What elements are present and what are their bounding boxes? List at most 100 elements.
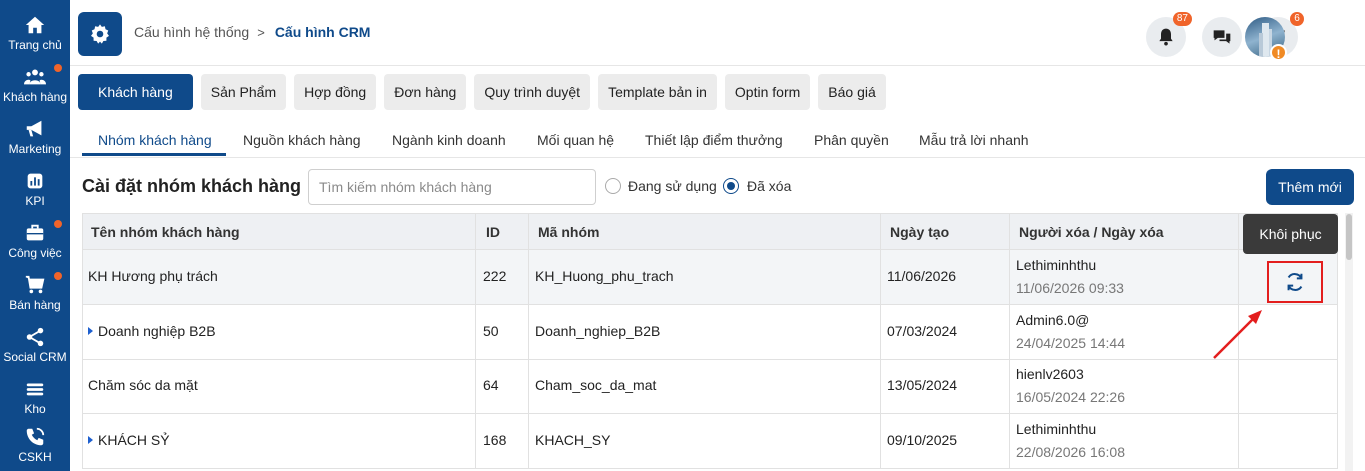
home-icon bbox=[25, 16, 45, 34]
cell-group-name: Doanh nghiệp B2B bbox=[88, 323, 216, 339]
breadcrumb-parent[interactable]: Cấu hình hệ thống bbox=[134, 24, 249, 40]
notification-dot bbox=[54, 64, 62, 72]
subtab-relationships[interactable]: Mối quan hệ bbox=[537, 132, 614, 148]
subtab-customer-sources[interactable]: Nguồn khách hàng bbox=[243, 132, 361, 148]
cell-group-code: Cham_soc_da_mat bbox=[535, 377, 657, 393]
tab-quotes[interactable]: Báo giá bbox=[818, 74, 886, 110]
cell-deleted-at: 24/04/2025 14:44 bbox=[1016, 335, 1125, 351]
search-input[interactable] bbox=[308, 169, 596, 205]
table-header: Tên nhóm khách hàng ID Mã nhóm Ngày tạo … bbox=[82, 213, 1338, 250]
group-name-text: Doanh nghiệp B2B bbox=[98, 323, 216, 339]
annotation-arrow bbox=[1213, 310, 1262, 359]
top-header: Cấu hình hệ thống > Cấu hình CRM 87 6 bbox=[70, 0, 1365, 66]
notification-dot bbox=[54, 220, 62, 228]
radio-deleted-label[interactable]: Đã xóa bbox=[747, 178, 791, 194]
sidebar-label: Công việc bbox=[8, 246, 62, 260]
cell-group-code: KHACH_SY bbox=[535, 432, 611, 448]
restore-tooltip: Khôi phục bbox=[1243, 214, 1338, 254]
sidebar-item-sales[interactable]: Bán hàng bbox=[0, 268, 70, 320]
chat-icon bbox=[1213, 30, 1231, 44]
sidebar-label: Khách hàng bbox=[2, 90, 68, 104]
column-header-name: Tên nhóm khách hàng bbox=[91, 224, 240, 240]
cell-created-date: 11/06/2026 bbox=[887, 268, 957, 284]
cell-group-name: Chăm sóc da mặt bbox=[88, 377, 198, 393]
cart-icon bbox=[25, 275, 45, 294]
sidebar-label: Social CRM bbox=[3, 350, 67, 364]
rocket-badge: 6 bbox=[1290, 12, 1304, 26]
app-root: Trang chủ Khách hàng Marketing KPI Công … bbox=[0, 0, 1365, 471]
notifications-button[interactable]: 87 bbox=[1146, 12, 1192, 57]
cell-id: 168 bbox=[483, 432, 507, 448]
sidebar-item-social-crm[interactable]: Social CRM bbox=[0, 320, 70, 372]
cell-group-code: KH_Huong_phu_trach bbox=[535, 268, 674, 284]
column-divider bbox=[475, 213, 476, 469]
cell-deleted-by: Lethiminhthu bbox=[1016, 421, 1097, 437]
briefcase-icon bbox=[26, 224, 44, 241]
share-icon bbox=[26, 327, 44, 347]
subtab-customer-groups[interactable]: Nhóm khách hàng bbox=[98, 132, 212, 148]
sidebar-item-tasks[interactable]: Công việc bbox=[0, 216, 70, 268]
cell-deleted-by: Admin6.0@ bbox=[1016, 312, 1090, 328]
tab-products[interactable]: Sản Phẩm bbox=[200, 74, 287, 110]
scrollbar-thumb[interactable] bbox=[1346, 214, 1352, 260]
tab-print-template[interactable]: Template bản in bbox=[598, 74, 717, 110]
sidebar-item-home[interactable]: Trang chủ bbox=[0, 8, 70, 60]
column-divider bbox=[1009, 213, 1010, 469]
cell-deleted-at: 16/05/2024 22:26 bbox=[1016, 389, 1125, 405]
subtab-reward-points[interactable]: Thiết lập điểm thưởng bbox=[645, 132, 783, 148]
subtab-permissions[interactable]: Phân quyền bbox=[814, 132, 889, 148]
bell-icon bbox=[1159, 28, 1173, 46]
cell-group-code: Doanh_nghiep_B2B bbox=[535, 323, 661, 339]
subtab-quick-replies[interactable]: Mẫu trả lời nhanh bbox=[919, 132, 1029, 148]
tab-orders[interactable]: Đơn hàng bbox=[384, 74, 467, 110]
table-row[interactable]: KH Hương phụ trách 222 KH_Huong_phu_trac… bbox=[82, 250, 1338, 305]
tab-customers[interactable]: Khách hàng bbox=[78, 74, 193, 110]
breadcrumb-separator: > bbox=[257, 24, 265, 40]
sidebar-item-customer-care[interactable]: CSKH bbox=[0, 420, 70, 471]
cell-group-name: KH Hương phụ trách bbox=[88, 268, 218, 284]
sidebar-label: CSKH bbox=[18, 450, 52, 464]
warehouse-icon bbox=[26, 383, 44, 396]
chart-icon bbox=[27, 173, 43, 189]
tab-approval-process[interactable]: Quy trình duyệt bbox=[474, 74, 591, 110]
sidebar-item-customers[interactable]: Khách hàng bbox=[0, 60, 70, 112]
column-divider bbox=[528, 213, 529, 469]
table-row[interactable]: Chăm sóc da mặt 64 Cham_soc_da_mat 13/05… bbox=[82, 360, 1338, 414]
sidebar-item-kpi[interactable]: KPI bbox=[0, 164, 70, 216]
section-title: Cài đặt nhóm khách hàng bbox=[82, 176, 302, 196]
customer-sub-tabs: Nhóm khách hàng Nguồn khách hàng Ngành k… bbox=[70, 122, 1365, 158]
radio-in-use[interactable] bbox=[605, 178, 621, 194]
tab-optin-form[interactable]: Optin form bbox=[724, 74, 811, 110]
phone-icon bbox=[26, 427, 45, 446]
table-row[interactable]: KHÁCH SỶ 168 KHACH_SY 09/10/2025 Lethimi… bbox=[82, 414, 1338, 469]
cell-created-date: 07/03/2024 bbox=[887, 323, 958, 339]
expand-caret-icon[interactable] bbox=[88, 327, 93, 335]
tab-contracts[interactable]: Hợp đồng bbox=[294, 74, 377, 110]
group-name-text: KHÁCH SỶ bbox=[98, 432, 170, 448]
avatar-warning-badge: ! bbox=[1270, 44, 1287, 61]
sidebar: Trang chủ Khách hàng Marketing KPI Công … bbox=[0, 0, 70, 471]
cell-created-date: 13/05/2024 bbox=[887, 377, 958, 393]
expand-caret-icon[interactable] bbox=[88, 436, 93, 444]
cell-id: 64 bbox=[483, 377, 499, 393]
sidebar-item-warehouse[interactable]: Kho bbox=[0, 372, 70, 424]
subtab-business-sectors[interactable]: Ngành kinh doanh bbox=[392, 132, 506, 148]
table-row[interactable]: Doanh nghiệp B2B 50 Doanh_nghiep_B2B 07/… bbox=[82, 305, 1338, 360]
chat-button[interactable] bbox=[1202, 17, 1242, 57]
restore-icon bbox=[1287, 273, 1303, 291]
cell-deleted-by: hienlv2603 bbox=[1016, 366, 1084, 382]
sidebar-item-marketing[interactable]: Marketing bbox=[0, 112, 70, 164]
radio-deleted[interactable] bbox=[723, 178, 739, 194]
sidebar-label: KPI bbox=[25, 194, 45, 208]
sidebar-label: Bán hàng bbox=[9, 298, 61, 312]
cell-id: 222 bbox=[483, 268, 507, 284]
add-new-button[interactable]: Thêm mới bbox=[1266, 169, 1354, 205]
restore-button[interactable] bbox=[1267, 261, 1323, 303]
radio-in-use-label[interactable]: Đang sử dụng bbox=[628, 178, 717, 194]
settings-button[interactable] bbox=[78, 12, 122, 56]
cell-created-date: 09/10/2025 bbox=[887, 432, 958, 448]
sidebar-label: Trang chủ bbox=[8, 38, 62, 52]
cell-id: 50 bbox=[483, 323, 499, 339]
notification-dot bbox=[54, 272, 62, 280]
breadcrumb: Cấu hình hệ thống > Cấu hình CRM bbox=[134, 24, 370, 40]
